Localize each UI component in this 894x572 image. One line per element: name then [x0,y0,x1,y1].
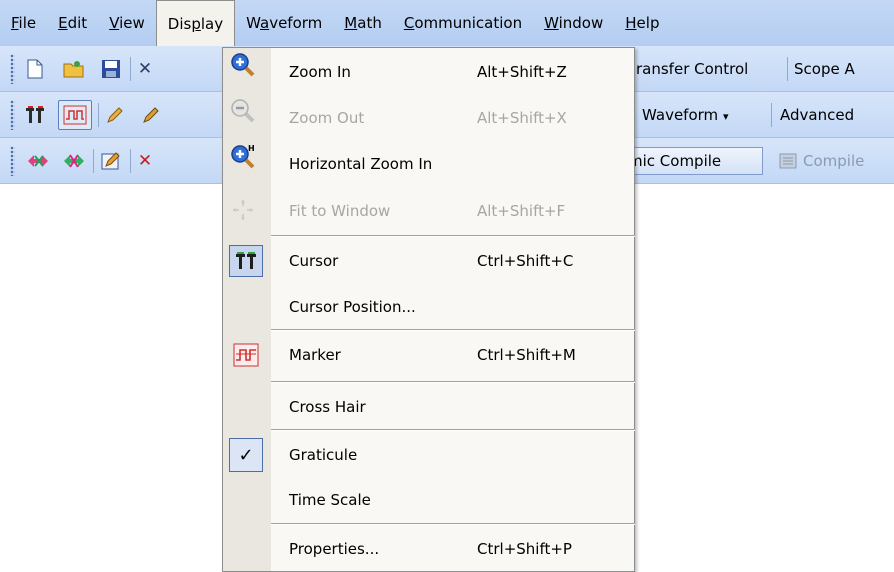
waveform-dropdown[interactable]: Waveform ▾ [642,92,728,138]
new-file-icon[interactable] [24,58,46,80]
toolbar-grip[interactable] [10,146,15,176]
menu-file[interactable]: File [0,0,47,46]
compile-button[interactable]: Compile [803,138,864,184]
menu-separator [271,329,635,331]
toolbar-separator [130,57,131,81]
toolbar-separator [771,103,772,127]
menu-communication[interactable]: Communication [393,0,533,46]
menu-item-time-scale[interactable]: Time Scale [223,477,634,523]
transfer-control-button[interactable]: ransfer Control [636,46,748,92]
menu-item-horizontal-zoom-in[interactable]: H Horizontal Zoom In [223,141,634,187]
marker-icon [229,340,263,370]
zoom-out-icon [229,97,257,125]
pencil-icon[interactable] [104,104,126,126]
dynamic-compile-button[interactable]: mic Compile [623,147,763,175]
menu-separator [271,381,635,383]
save-icon[interactable] [100,58,122,80]
cursor-icon [229,245,263,277]
check-icon: ✓ [229,438,263,472]
zoom-in-icon [229,51,257,79]
remove-icon[interactable]: ✕ [134,150,156,172]
toolbar-separator [130,149,131,173]
toolbar-separator [93,149,94,173]
display-menu-dropdown: Zoom In Alt+Shift+Z Zoom Out Alt+Shift+X… [222,47,635,572]
move-left-icon[interactable] [26,150,48,172]
menu-edit[interactable]: Edit [47,0,98,46]
pencil-alt-icon[interactable] [140,104,162,126]
fit-to-window-icon [229,196,257,224]
toolbar-separator [98,103,99,127]
marker-tool-icon[interactable] [58,100,92,130]
open-folder-icon[interactable] [63,58,85,80]
scope-button[interactable]: Scope A [794,46,855,92]
menu-item-cursor-position[interactable]: Cursor Position... [223,284,634,330]
horizontal-zoom-icon: H [229,143,257,171]
menu-item-graticule[interactable]: ✓ Graticule [223,432,634,478]
toolbar-grip[interactable] [10,54,15,84]
menu-waveform[interactable]: Waveform [235,0,333,46]
move-right-icon[interactable] [62,150,84,172]
edit-icon[interactable] [100,150,122,172]
advanced-button[interactable]: Advanced [780,92,854,138]
menu-math[interactable]: Math [333,0,393,46]
menu-separator [271,429,635,431]
toolbar-separator [787,57,788,81]
compile-icon[interactable] [777,150,799,172]
menu-item-marker[interactable]: Marker Ctrl+Shift+M [223,332,634,378]
menu-bar: File Edit View Display Waveform Math Com… [0,0,894,47]
menu-item-zoom-in[interactable]: Zoom In Alt+Shift+Z [223,49,634,95]
menu-view[interactable]: View [98,0,156,46]
menu-window[interactable]: Window [533,0,614,46]
menu-item-properties[interactable]: Properties... Ctrl+Shift+P [223,526,634,572]
menu-separator [271,235,635,237]
cursor-tool-icon[interactable] [24,104,46,126]
menu-item-cross-hair[interactable]: Cross Hair [223,384,634,430]
menu-display[interactable]: Display [155,0,236,47]
cut-icon[interactable]: ✕ [134,58,156,80]
menu-item-fit-to-window[interactable]: Fit to Window Alt+Shift+F [223,188,634,234]
menu-help[interactable]: Help [614,0,670,46]
menu-separator [271,523,635,525]
menu-item-zoom-out[interactable]: Zoom Out Alt+Shift+X [223,95,634,141]
chevron-down-icon: ▾ [722,110,729,123]
svg-text:H: H [248,144,255,153]
menu-item-cursor[interactable]: Cursor Ctrl+Shift+C [223,238,634,284]
toolbar-grip[interactable] [10,100,15,130]
